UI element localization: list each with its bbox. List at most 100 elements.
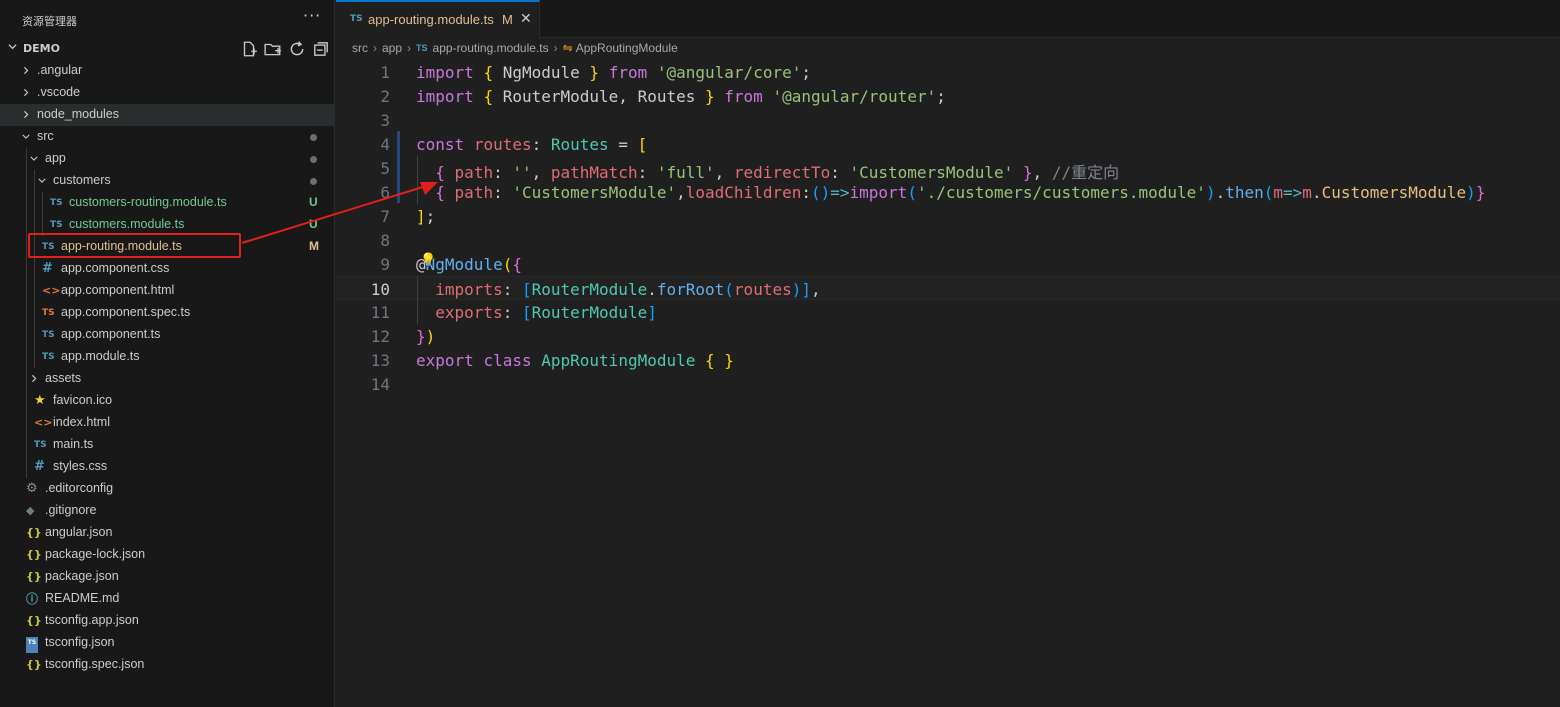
tree-folder-src[interactable]: src xyxy=(0,126,335,148)
code-line[interactable]: 6 { path: 'CustomersModule',loadChildren… xyxy=(336,180,1560,204)
editor-area: TS app-routing.module.ts M ✕ src › app › TS a… xyxy=(336,0,1560,707)
code-line[interactable]: 13 export class AppRoutingModule { } xyxy=(336,348,1560,372)
tree-file-item[interactable]: ⚙ .editorconfig xyxy=(0,478,335,500)
code-line[interactable]: 11 exports: [RouterModule] xyxy=(336,300,1560,324)
typescript-spec-file-icon: TS xyxy=(42,308,55,318)
git-status-badge: U xyxy=(309,195,318,209)
tree-folder-assets[interactable]: assets xyxy=(0,368,335,390)
chevron-right-icon: › xyxy=(407,40,412,55)
tree-folder-vscode[interactable]: .vscode xyxy=(0,82,335,104)
code-token: } xyxy=(416,327,426,346)
chevron-right-icon: › xyxy=(553,40,558,55)
tree-item-label: customers xyxy=(53,173,111,187)
favicon-star-icon: ★ xyxy=(34,393,46,408)
tree-item-label: angular.json xyxy=(45,525,113,539)
code-token: import xyxy=(849,183,908,202)
chevron-right-icon xyxy=(24,110,29,119)
code-token: class xyxy=(483,351,532,370)
code-token: RouterModule xyxy=(531,303,648,322)
typescript-file-icon: TS xyxy=(416,42,428,53)
code-line[interactable]: 7]; xyxy=(336,204,1560,228)
lightbulb-icon[interactable]: 💡 xyxy=(420,253,436,268)
collapse-all-icon[interactable] xyxy=(312,40,330,58)
code-token: { xyxy=(483,87,494,106)
git-changes-dot xyxy=(310,134,317,141)
tree-folder-angular[interactable]: .angular xyxy=(0,60,335,82)
tree-file-item[interactable]: ★ favicon.ico xyxy=(0,390,335,412)
breadcrumb-item-file[interactable]: app-routing.module.ts xyxy=(433,41,549,55)
tree-file-item[interactable]: # styles.css xyxy=(0,456,335,478)
tree-file-item[interactable]: {} angular.json xyxy=(0,522,335,544)
tree-file-item[interactable]: TS tsconfig.json xyxy=(0,632,335,654)
tree-file-item[interactable]: ◆ .gitignore xyxy=(0,500,335,522)
tree-file-item[interactable]: TS app.component.ts xyxy=(0,324,335,346)
tree-file-item[interactable]: {} package-lock.json xyxy=(0,544,335,566)
chevron-right-icon xyxy=(24,66,29,75)
breadcrumb-item-symbol[interactable]: AppRoutingModule xyxy=(576,41,678,55)
explorer-sidebar: 资源管理器 ··· DEMO .angular .vscode node_modul… xyxy=(0,0,335,707)
tab-app-routing-module[interactable]: TS app-routing.module.ts M ✕ xyxy=(336,0,540,39)
tree-item-label: src xyxy=(37,129,54,143)
tree-file-item[interactable]: TS app.component.spec.ts xyxy=(0,302,335,324)
new-file-icon[interactable] xyxy=(240,40,258,58)
code-token: routes xyxy=(733,280,792,299)
tree-item-label: .gitignore xyxy=(45,503,97,517)
code-line[interactable]: 8 xyxy=(336,228,1560,252)
project-root[interactable]: DEMO xyxy=(0,38,335,60)
tree-item-label: .angular xyxy=(37,63,83,77)
tree-file-item[interactable]: {} package.json xyxy=(0,566,335,588)
breadcrumb-item-src[interactable]: src xyxy=(352,41,368,55)
code-token: } xyxy=(1475,183,1486,202)
typescript-file-icon: TS xyxy=(42,330,55,340)
chevron-down-icon xyxy=(30,156,38,161)
code-token: ( xyxy=(724,280,734,299)
code-text: import { RouterModule, Routes } from '@a… xyxy=(416,87,946,106)
tree-file-item[interactable]: TS main.ts xyxy=(0,434,335,456)
tree-file-item[interactable]: <> app.component.html xyxy=(0,280,335,302)
tree-folder-customers[interactable]: customers xyxy=(0,170,335,192)
code-line[interactable]: 5 { path: '', pathMatch: 'full', redirec… xyxy=(336,156,1560,182)
tree-file-item[interactable]: <> index.html xyxy=(0,412,335,434)
tree-folder-node-modules[interactable]: node_modules xyxy=(0,104,335,126)
line-number: 6 xyxy=(380,183,390,202)
code-line[interactable]: 12}) xyxy=(336,324,1560,348)
new-folder-icon[interactable] xyxy=(264,40,282,58)
code-line[interactable]: 1 import { NgModule } from '@angular/core… xyxy=(336,60,1560,84)
breadcrumb-item-app[interactable]: app xyxy=(382,41,402,55)
tree-file-item[interactable]: TS app.module.ts xyxy=(0,346,335,368)
tree-file-item[interactable]: ⓘ README.md xyxy=(0,588,335,610)
code-token: => xyxy=(830,183,850,202)
code-token: from xyxy=(608,63,648,82)
code-token: NgModule xyxy=(493,63,590,82)
refresh-icon[interactable] xyxy=(288,40,306,58)
code-token: ) xyxy=(1205,183,1216,202)
code-token: const xyxy=(416,135,465,154)
tree-folder-app[interactable]: app xyxy=(0,148,335,170)
tree-item-label: node_modules xyxy=(37,107,120,121)
tree-file-item[interactable]: # app.component.css xyxy=(0,258,335,280)
code-token: AppRoutingModule xyxy=(541,351,696,370)
more-actions-icon[interactable]: ··· xyxy=(303,6,321,25)
tree-file-item[interactable]: {} tsconfig.app.json xyxy=(0,610,335,632)
code-text: export class AppRoutingModule { } xyxy=(416,351,734,370)
chevron-down-icon xyxy=(22,134,30,139)
tree-file-item[interactable]: TS customers-routing.module.ts U xyxy=(0,192,335,214)
tree-file-item[interactable]: {} tsconfig.spec.json xyxy=(0,654,335,676)
code-line[interactable]: 2 import { RouterModule, Routes } from '@… xyxy=(336,84,1560,108)
code-token: ) xyxy=(791,280,802,299)
close-icon[interactable]: ✕ xyxy=(520,11,532,27)
code-token: : xyxy=(531,135,551,154)
code-line[interactable]: 3 xyxy=(336,108,1560,132)
tree-item-label: app.module.ts xyxy=(61,349,140,363)
code-line[interactable]: 4 const routes: Routes = [ xyxy=(336,132,1560,156)
json-file-icon: {} xyxy=(26,526,42,539)
code-token: loadChildren xyxy=(685,183,802,202)
code-line[interactable]: 10 imports: [RouterModule.forRoot(routes… xyxy=(336,276,1560,300)
code-token: path xyxy=(454,183,494,202)
typescript-file-icon: TS xyxy=(50,198,63,208)
code-line[interactable]: 14 xyxy=(336,372,1560,396)
code-line[interactable]: 9 @NgModule({ xyxy=(336,252,1560,276)
